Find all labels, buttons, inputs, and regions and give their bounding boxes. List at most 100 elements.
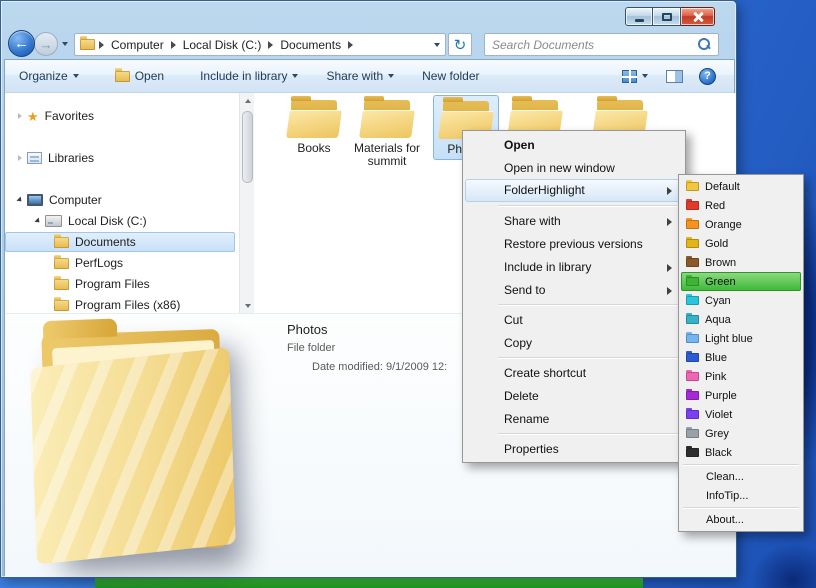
menu-item-open-in-new-window[interactable]: Open in new window	[465, 156, 683, 179]
organize-button[interactable]: Organize	[8, 64, 90, 88]
file-item-books[interactable]: Books	[282, 96, 346, 155]
include-in-library-button[interactable]: Include in library	[189, 64, 309, 88]
submenu-item-label: Grey	[705, 427, 729, 440]
submenu-item-pink[interactable]: Pink	[681, 367, 801, 386]
file-item-materials-for-summit[interactable]: Materials for summit	[348, 96, 426, 168]
submenu-item-orange[interactable]: Orange	[681, 215, 801, 234]
menu-item-include-in-library[interactable]: Include in library	[465, 255, 683, 278]
submenu-item-red[interactable]: Red	[681, 196, 801, 215]
submenu-item-light-blue[interactable]: Light blue	[681, 329, 801, 348]
menu-separator	[683, 507, 799, 508]
menu-item-restore-previous-versions[interactable]: Restore previous versions	[465, 232, 683, 255]
breadcrumb-segment-documents[interactable]: Documents	[277, 38, 344, 52]
breadcrumb-segment-local-disk[interactable]: Local Disk (C:)	[180, 38, 265, 52]
submenu-item-black[interactable]: Black	[681, 443, 801, 462]
sidebar-item-perflogs[interactable]: PerfLogs	[5, 253, 235, 273]
menu-item-properties[interactable]: Properties	[465, 437, 683, 460]
color-folder-icon	[686, 427, 699, 438]
sidebar-item-program-files-x86[interactable]: Program Files (x86)	[5, 295, 235, 313]
breadcrumb-chevron-icon[interactable]	[268, 40, 274, 49]
menu-item-open[interactable]: Open	[465, 133, 683, 156]
scroll-down-button[interactable]	[240, 298, 255, 313]
recent-pages-dropdown[interactable]	[62, 42, 68, 46]
submenu-item-aqua[interactable]: Aqua	[681, 310, 801, 329]
menu-separator	[498, 304, 682, 305]
breadcrumb-chevron-icon[interactable]	[99, 40, 104, 49]
sidebar-scrollbar[interactable]	[239, 93, 254, 313]
submenu-item-label: Light blue	[705, 332, 753, 345]
color-folder-icon	[686, 294, 699, 305]
maximize-button[interactable]	[653, 7, 681, 26]
submenu-item-blue[interactable]: Blue	[681, 348, 801, 367]
file-item-label: Books	[297, 141, 331, 155]
submenu-item-gold[interactable]: Gold	[681, 234, 801, 253]
forward-button[interactable]: →	[34, 32, 58, 56]
color-folder-icon	[686, 332, 699, 343]
minimize-button[interactable]	[625, 7, 653, 26]
preview-pane-button[interactable]	[662, 64, 687, 88]
menu-item-create-shortcut[interactable]: Create shortcut	[465, 361, 683, 384]
help-button[interactable]: ?	[697, 64, 718, 88]
address-dropdown-caret[interactable]	[434, 42, 440, 47]
submenu-item-label: Pink	[705, 370, 727, 383]
change-view-button[interactable]	[618, 64, 652, 88]
breadcrumb-chevron-icon[interactable]	[348, 40, 354, 49]
submenu-item-clean[interactable]: Clean...	[681, 467, 801, 486]
preview-pane-icon	[666, 69, 683, 83]
submenu-item-cyan[interactable]: Cyan	[681, 291, 801, 310]
submenu-item-about[interactable]: About...	[681, 510, 801, 529]
breadcrumb-segment-computer[interactable]: Computer	[108, 38, 167, 52]
submenu-item-green[interactable]: Green	[681, 272, 801, 291]
scrollbar-thumb[interactable]	[242, 111, 253, 183]
menu-item-share-with[interactable]: Share with	[465, 209, 683, 232]
menu-item-cut[interactable]: Cut	[465, 308, 683, 331]
share-with-button[interactable]: Share with	[315, 64, 405, 88]
menu-item-copy[interactable]: Copy	[465, 331, 683, 354]
menu-item-rename[interactable]: Rename	[465, 407, 683, 430]
sidebar-item-label: PerfLogs	[75, 256, 124, 270]
address-bar[interactable]: Computer Local Disk (C:) Documents	[74, 33, 446, 56]
menu-item-folderhighlight[interactable]: FolderHighlight	[465, 179, 683, 202]
libraries-icon	[27, 152, 42, 164]
breadcrumb-chevron-icon[interactable]	[170, 40, 176, 49]
submenu-item-brown[interactable]: Brown	[681, 253, 801, 272]
scroll-down-icon	[244, 303, 251, 308]
submenu-item-label: Cyan	[705, 294, 731, 307]
views-icon	[622, 69, 637, 83]
menu-item-delete[interactable]: Delete	[465, 384, 683, 407]
close-button[interactable]	[681, 7, 715, 26]
submenu-item-label: Aqua	[705, 313, 731, 326]
submenu-item-violet[interactable]: Violet	[681, 405, 801, 424]
new-folder-button[interactable]: New folder	[411, 64, 490, 88]
scroll-up-button[interactable]	[240, 93, 255, 108]
back-button[interactable]: ←	[8, 30, 35, 57]
search-input[interactable]	[485, 37, 697, 52]
sidebar-item-label: Computer	[49, 193, 102, 207]
date-modified-label: Date modified:	[312, 361, 383, 373]
submenu-item-grey[interactable]: Grey	[681, 424, 801, 443]
minimize-icon	[634, 18, 644, 22]
sidebar-item-favorites[interactable]: ★ Favorites	[5, 106, 235, 126]
sidebar-item-documents[interactable]: Documents	[5, 232, 235, 252]
color-folder-icon	[686, 199, 699, 210]
sidebar-item-libraries[interactable]: Libraries	[5, 148, 235, 168]
open-button[interactable]: Open	[104, 64, 175, 88]
sidebar-item-local-disk[interactable]: Local Disk (C:)	[5, 211, 235, 231]
expander-icon[interactable]	[18, 155, 22, 161]
menu-item-send-to[interactable]: Send to	[465, 278, 683, 301]
submenu-item-infotip[interactable]: InfoTip...	[681, 486, 801, 505]
refresh-icon: ↻	[453, 36, 467, 54]
expander-icon[interactable]	[34, 217, 42, 225]
expander-icon[interactable]	[18, 113, 22, 119]
organize-label: Organize	[19, 69, 68, 83]
refresh-button[interactable]: ↻	[448, 33, 472, 56]
sidebar-item-program-files[interactable]: Program Files	[5, 274, 235, 294]
menu-item-label: FolderHighlight	[504, 183, 585, 197]
submenu-item-default[interactable]: Default	[681, 177, 801, 196]
submenu-arrow-icon	[667, 187, 672, 195]
sidebar-item-computer[interactable]: Computer	[5, 190, 235, 210]
submenu-item-purple[interactable]: Purple	[681, 386, 801, 405]
expander-icon[interactable]	[16, 196, 24, 204]
include-in-library-label: Include in library	[200, 69, 288, 83]
menu-separator	[498, 357, 682, 358]
